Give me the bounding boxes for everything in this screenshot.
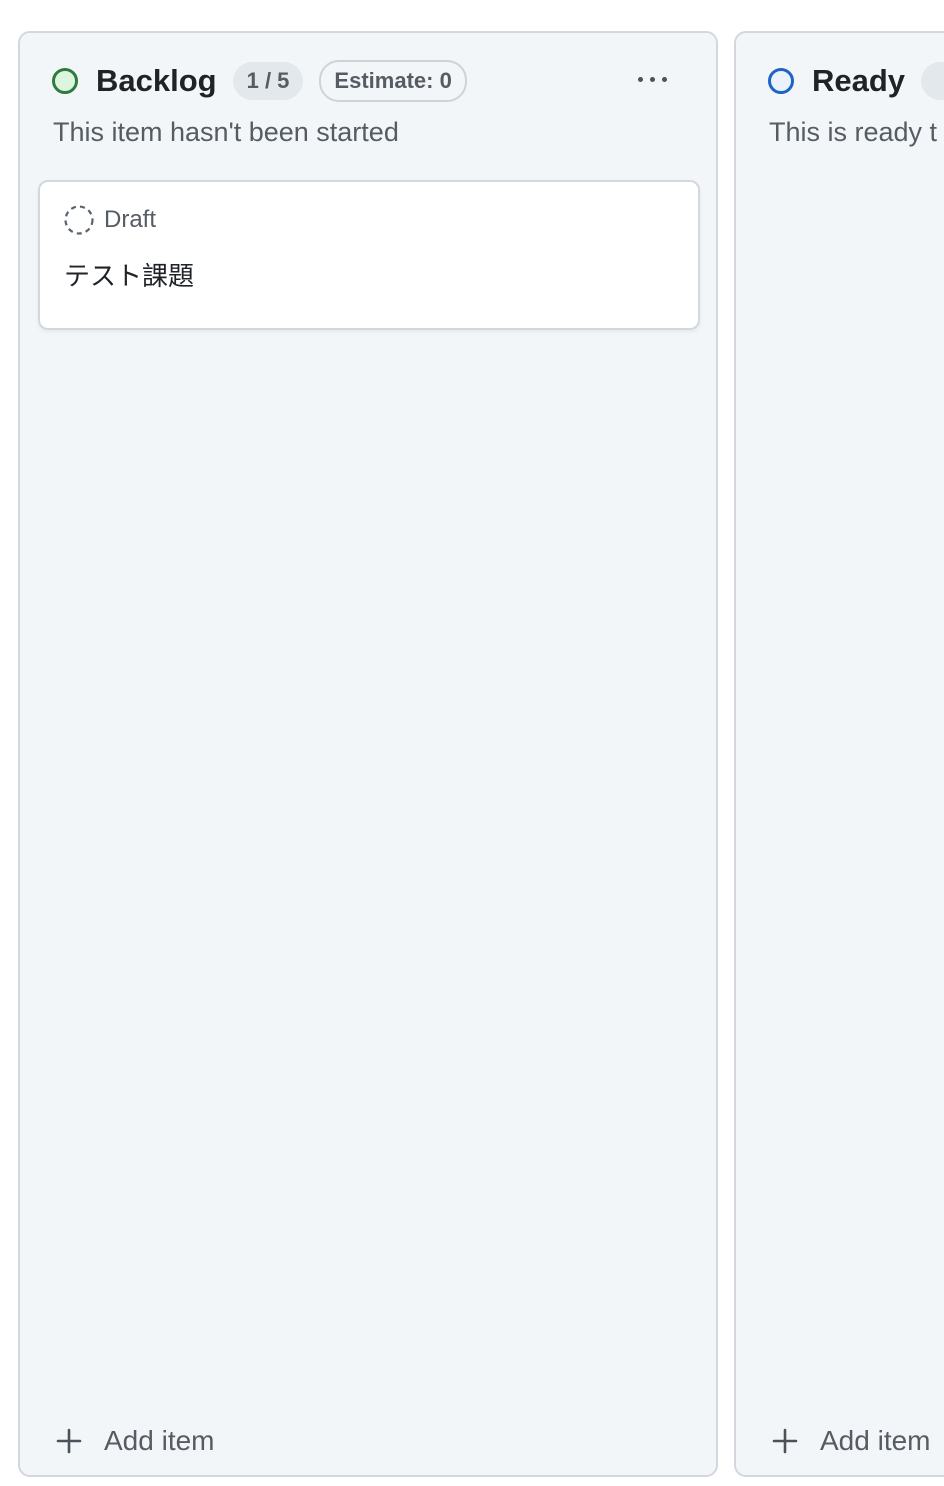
column-ready: Ready This is ready t Add item [734, 31, 944, 1477]
column-menu-button[interactable] [628, 59, 676, 99]
column-description: This is ready t [769, 117, 938, 147]
column-title: Backlog [96, 63, 217, 98]
kebab-horizontal-icon [637, 76, 643, 82]
add-item-button[interactable]: Add item [772, 1421, 931, 1461]
plus-icon [772, 1428, 798, 1454]
column-description: This item hasn't been started [53, 117, 399, 147]
card-meta: Draft [63, 204, 156, 236]
plus-icon [56, 1428, 82, 1454]
status-circle-icon [52, 68, 78, 94]
draft-issue-icon [64, 205, 94, 235]
add-item-label: Add item [820, 1425, 931, 1456]
column-title: Ready [812, 63, 906, 98]
column-backlog: Backlog 1 / 5 Estimate: 0 This item hasn… [18, 31, 718, 1477]
item-count-badge: 1 / 5 [232, 62, 304, 100]
column-header: Backlog 1 / 5 Estimate: 0 [52, 59, 684, 103]
estimate-badge: Estimate: 0 [319, 60, 467, 102]
add-item-button[interactable]: Add item [56, 1421, 215, 1461]
card-title[interactable]: テスト課題 [64, 256, 194, 293]
item-count-badge [921, 62, 944, 100]
column-header: Ready [768, 59, 944, 103]
project-board: Backlog 1 / 5 Estimate: 0 This item hasn… [0, 0, 944, 1486]
board-card[interactable]: Draft テスト課題 [38, 180, 700, 330]
card-type-label: Draft [104, 206, 157, 233]
add-item-label: Add item [104, 1425, 215, 1456]
status-circle-icon [768, 68, 794, 94]
